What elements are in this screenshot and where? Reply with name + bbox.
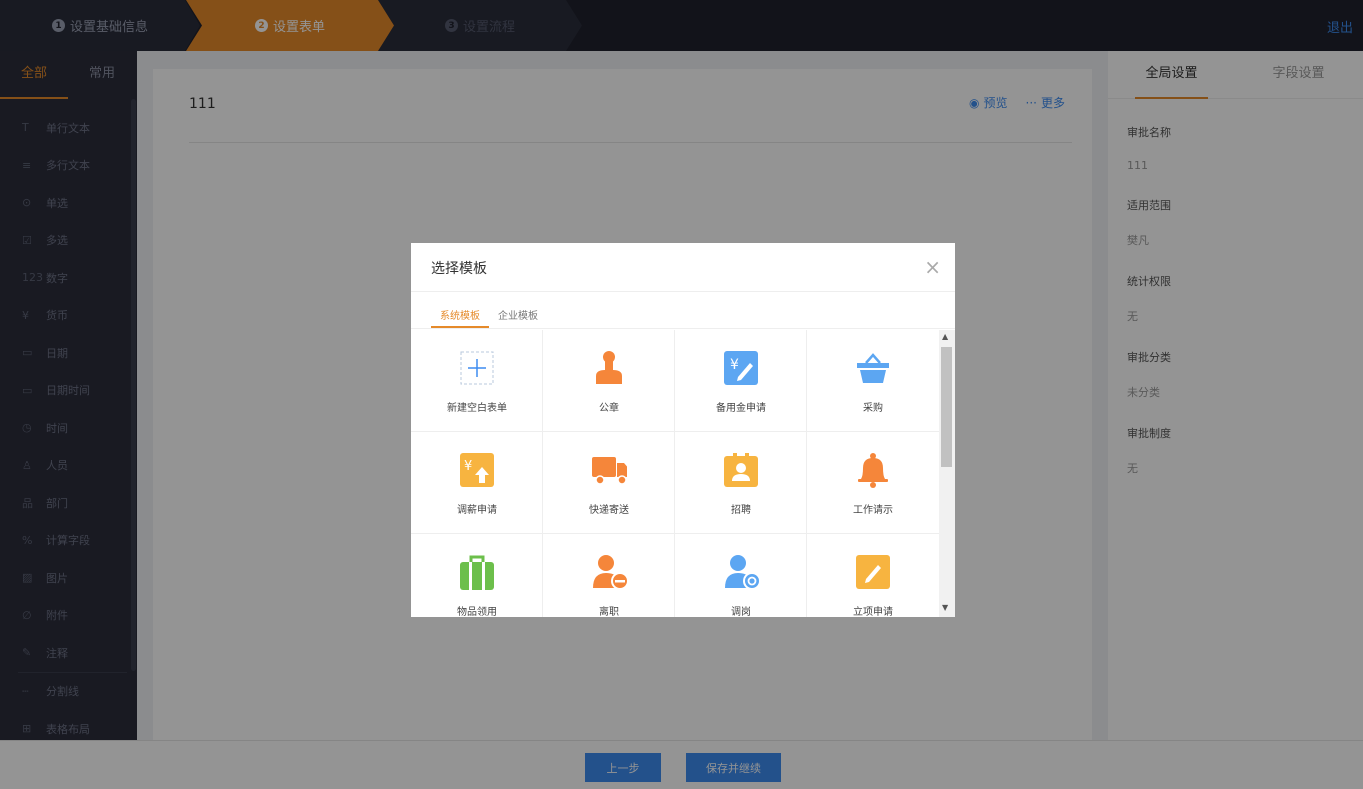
- pencil-icon: [855, 554, 891, 590]
- scroll-thumb[interactable]: [941, 347, 952, 467]
- template-card[interactable]: ¥ 备用金申请: [675, 330, 807, 432]
- tab-company-templates[interactable]: 企业模板: [498, 307, 538, 322]
- yuan-edit-icon: ¥: [723, 350, 759, 386]
- user-transfer-icon: [723, 554, 759, 590]
- stamp-icon: [591, 350, 627, 386]
- modal-scrollbar[interactable]: ▲ ▼: [939, 330, 955, 617]
- basket-icon: [855, 350, 891, 386]
- scroll-up-icon[interactable]: ▲: [942, 332, 948, 341]
- template-card[interactable]: 新建空白表单: [411, 330, 543, 432]
- scroll-down-icon[interactable]: ▼: [942, 603, 948, 612]
- template-grid: 新建空白表单 公章 ¥ 备用金申请 采购 ¥ 调薪申请 快递寄送 招聘 工作请示物品领用 离职 调岗 立…: [411, 330, 939, 617]
- template-card[interactable]: 物品领用: [411, 534, 543, 617]
- plus-icon: [459, 350, 495, 386]
- template-label: 立项申请: [853, 607, 893, 617]
- template-label: 公章: [599, 403, 619, 414]
- yuan-up-icon: ¥: [459, 452, 495, 488]
- template-card[interactable]: 公章: [543, 330, 675, 432]
- close-icon[interactable]: ×: [924, 257, 941, 277]
- template-card[interactable]: 采购: [807, 330, 939, 432]
- template-card[interactable]: 快递寄送: [543, 432, 675, 534]
- modal-title: 选择模板: [431, 261, 487, 277]
- modal-header: 选择模板 ×: [411, 243, 955, 292]
- template-card[interactable]: 招聘: [675, 432, 807, 534]
- template-label: 备用金申请: [716, 403, 766, 414]
- tab-underline: [431, 326, 489, 328]
- template-label: 调岗: [731, 607, 751, 617]
- template-label: 工作请示: [853, 505, 893, 516]
- template-card[interactable]: 调岗: [675, 534, 807, 617]
- template-label: 调薪申请: [457, 505, 497, 516]
- bag-icon: [459, 554, 495, 590]
- template-card[interactable]: 离职: [543, 534, 675, 617]
- template-tabs: 系统模板 企业模板: [411, 292, 955, 329]
- truck-icon: [591, 452, 627, 488]
- template-label: 采购: [863, 403, 883, 414]
- recruit-icon: [723, 452, 759, 488]
- bell-icon: [855, 452, 891, 488]
- svg-text:¥: ¥: [730, 357, 739, 373]
- template-label: 新建空白表单: [447, 403, 507, 414]
- template-label: 物品领用: [457, 607, 497, 617]
- template-modal: 选择模板 × 系统模板 企业模板 新建空白表单 公章 ¥ 备用金申请 采购 ¥ 调薪申请 快递…: [411, 243, 955, 617]
- tab-system-templates[interactable]: 系统模板: [440, 307, 480, 322]
- template-card[interactable]: 立项申请: [807, 534, 939, 617]
- template-label: 招聘: [731, 505, 751, 516]
- template-label: 离职: [599, 607, 619, 617]
- svg-text:¥: ¥: [464, 459, 472, 474]
- user-minus-icon: [591, 554, 627, 590]
- template-card[interactable]: 工作请示: [807, 432, 939, 534]
- template-label: 快递寄送: [589, 505, 629, 516]
- template-card[interactable]: ¥ 调薪申请: [411, 432, 543, 534]
